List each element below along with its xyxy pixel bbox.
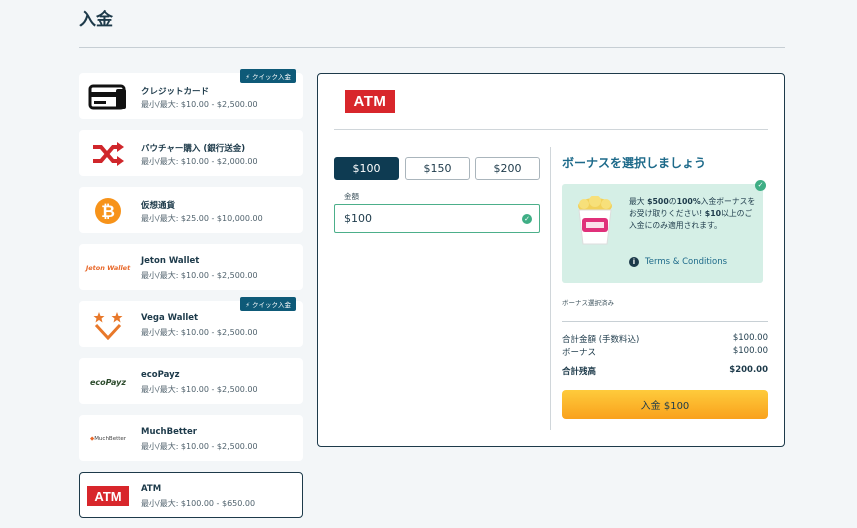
amount-option-100[interactable]: $100 [334, 157, 399, 180]
quick-deposit-badge: ⚡ クイック入金 [240, 297, 296, 311]
shuffle-icon [86, 138, 130, 170]
column-divider [550, 147, 551, 430]
method-name: ATM [141, 484, 162, 494]
atm-logo: ATM [86, 480, 130, 512]
method-muchbetter[interactable]: ◆MuchBetter MuchBetter 最小/最大: $10.00 - $… [79, 415, 303, 461]
method-limits: 最小/最大: $100.00 - $650.00 [141, 499, 256, 508]
jeton-logo: Jeton Wallet [85, 264, 131, 272]
summary-row-total-amount: 合計金額 (手数料込) $100.00 [562, 333, 768, 345]
method-limits: 最小/最大: $10.00 - $2,000.00 [141, 157, 258, 166]
summary-divider [562, 321, 768, 322]
amount-input[interactable]: $100 ✓ [334, 204, 540, 233]
credit-card-icon [86, 81, 130, 113]
lightning-icon: ⚡ [245, 301, 250, 309]
info-icon: i [629, 257, 639, 267]
deposit-button[interactable]: 入金 $100 [562, 390, 768, 419]
summary-row-bonus: ボーナス $100.00 [562, 346, 768, 358]
valid-check-icon: ✓ [522, 214, 532, 224]
method-credit-card[interactable]: クレジットカード 最小/最大: $10.00 - $2,500.00 ⚡ クイック… [79, 69, 303, 119]
method-name: 仮想通貨 [141, 201, 176, 211]
bitcoin-icon: ₿ [86, 195, 130, 227]
muchbetter-logo: ◆MuchBetter [89, 436, 127, 442]
method-limits: 最小/最大: $10.00 - $2,500.00 [141, 328, 258, 337]
method-name: バウチャー購入 (銀行送金) [141, 144, 246, 154]
summary-row-total-balance: 合計残高 $200.00 [562, 365, 768, 377]
lightning-icon: ⚡ [245, 73, 250, 81]
ecopayz-logo: ecoPayz [89, 377, 127, 387]
method-name: ecoPayz [141, 370, 180, 380]
method-name: Vega Wallet [141, 313, 199, 323]
vega-logo-icon [86, 309, 130, 341]
method-voucher[interactable]: バウチャー購入 (銀行送金) 最小/最大: $10.00 - $2,000.00 [79, 130, 303, 176]
payment-methods-list: クレジットカード 最小/最大: $10.00 - $2,500.00 ⚡ クイック… [79, 69, 303, 528]
method-name: クレジットカード [141, 87, 210, 97]
method-atm[interactable]: ATM ATM 最小/最大: $100.00 - $650.00 [79, 472, 303, 518]
method-jeton-wallet[interactable]: Jeton Wallet Jeton Wallet 最小/最大: $10.00 … [79, 244, 303, 290]
page-title: 入金 [79, 10, 113, 30]
method-crypto[interactable]: ₿ 仮想通貨 最小/最大: $25.00 - $10,000.00 [79, 187, 303, 233]
bonus-selected-check-icon: ✓ [755, 180, 766, 191]
amount-option-150[interactable]: $150 [405, 157, 470, 180]
method-limits: 最小/最大: $10.00 - $2,500.00 [141, 100, 258, 109]
method-vega-wallet[interactable]: Vega Wallet 最小/最大: $10.00 - $2,500.00 ⚡ ク… [79, 297, 303, 347]
title-divider [79, 47, 785, 48]
method-limits: 最小/最大: $10.00 - $2,500.00 [141, 271, 258, 280]
svg-text:₿: ₿ [101, 202, 115, 222]
bonus-description: 最大 $500の100%入金ボーナスをお受け取りください! $10以上のご入金に… [629, 197, 756, 230]
method-limits: 最小/最大: $10.00 - $2,500.00 [141, 385, 258, 394]
method-name: MuchBetter [141, 427, 197, 437]
amount-value: $100 [344, 212, 372, 225]
amount-option-200[interactable]: $200 [475, 157, 540, 180]
panel-divider [334, 129, 768, 130]
terms-link[interactable]: i Terms & Conditions [629, 257, 727, 267]
bonus-selected-label: ボーナス選択済み [562, 299, 614, 307]
amount-label: 金額 [344, 192, 359, 201]
method-limits: 最小/最大: $10.00 - $2,500.00 [141, 442, 258, 451]
atm-logo: ATM [345, 90, 395, 113]
popcorn-bonus-image [574, 195, 616, 246]
method-name: Jeton Wallet [141, 256, 200, 266]
method-limits: 最小/最大: $25.00 - $10,000.00 [141, 214, 263, 223]
method-ecopayz[interactable]: ecoPayz ecoPayz 最小/最大: $10.00 - $2,500.0… [79, 358, 303, 404]
deposit-panel: ATM $100 $150 $200 金額 $100 ✓ ボーナスを選択しましょ… [317, 73, 785, 447]
quick-deposit-badge: ⚡ クイック入金 [240, 69, 296, 83]
bonus-title: ボーナスを選択しましょう [562, 156, 707, 170]
bonus-card[interactable]: ✓ 最大 $500の100%入金ボーナスをお受け取りください! $10以上のご入… [562, 180, 766, 283]
